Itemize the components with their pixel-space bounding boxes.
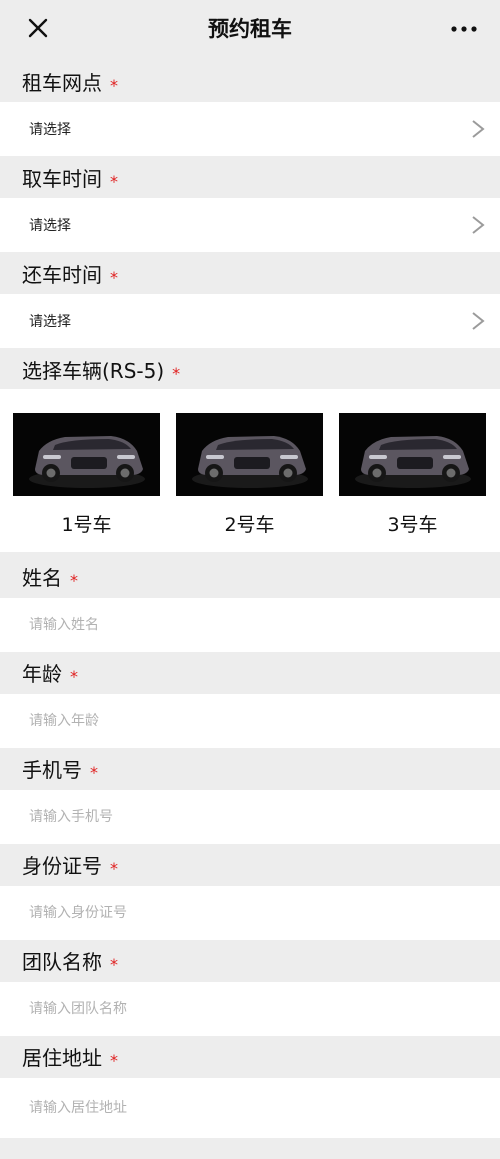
return-time-label: 还车时间 [22,263,102,287]
return-time-select-value: 请选择 [29,314,71,330]
branch-select[interactable]: 请选择 [0,102,500,156]
phone-field-row [0,790,500,844]
required-mark: * [110,267,118,287]
id-number-label-row: 身份证号 * [0,844,500,888]
vehicle-label-row: 选择车辆(RS-5) * [0,349,500,393]
age-label-row: 年龄 * [0,652,500,696]
return-time-select[interactable]: 请选择 [0,294,500,348]
vehicle-option-2[interactable]: 2号车 [176,413,323,536]
pickup-time-label-row: 取车时间 * [0,157,500,201]
address-input[interactable] [29,1093,469,1123]
phone-input[interactable] [29,802,469,832]
vehicle-option-label: 1号车 [61,514,112,536]
vehicle-options: 1号车 2号车 3号车 [0,389,500,552]
required-mark: * [110,858,118,878]
page-title: 预约租车 [208,17,292,41]
chevron-right-icon [472,312,485,330]
required-mark: * [70,666,78,686]
team-name-label: 团队名称 [22,950,102,974]
more-icon[interactable] [448,14,480,44]
vehicle-option-label: 3号车 [387,514,438,536]
chevron-right-icon [472,120,485,138]
car-image [339,413,486,496]
chevron-right-icon [472,216,485,234]
car-image [13,413,160,496]
id-number-field-row [0,886,500,940]
nav-bar: 预约租车 [0,0,500,57]
return-time-label-row: 还车时间 * [0,253,500,297]
required-mark: * [172,363,181,383]
branch-select-value: 请选择 [29,122,71,138]
address-label: 居住地址 [22,1046,102,1070]
pickup-time-label: 取车时间 [22,167,102,191]
address-field-row [0,1078,500,1138]
required-mark: * [110,75,118,95]
name-field-row [0,598,500,652]
vehicle-option-1[interactable]: 1号车 [13,413,160,536]
vehicle-option-label: 2号车 [224,514,275,536]
required-mark: * [110,171,118,191]
vehicle-label: 选择车辆(RS-5) [22,359,165,383]
phone-label: 手机号 [22,758,82,782]
id-number-input[interactable] [29,898,469,928]
required-mark: * [110,954,118,974]
age-input[interactable] [29,706,469,736]
team-name-field-row [0,982,500,1036]
team-name-input[interactable] [29,994,469,1024]
address-label-row: 居住地址 * [0,1036,500,1080]
age-label: 年龄 [22,662,62,686]
vehicle-option-3[interactable]: 3号车 [339,413,486,536]
pickup-time-select[interactable]: 请选择 [0,198,500,252]
name-label-row: 姓名 * [0,556,500,600]
id-number-label: 身份证号 [22,854,102,878]
required-mark: * [70,570,78,590]
name-input[interactable] [29,610,469,640]
branch-label-row: 租车网点 * [0,61,500,105]
branch-label: 租车网点 [22,71,102,95]
phone-label-row: 手机号 * [0,748,500,792]
pickup-time-select-value: 请选择 [29,218,71,234]
required-mark: * [90,762,98,782]
team-name-label-row: 团队名称 * [0,940,500,984]
age-field-row [0,694,500,748]
car-image [176,413,323,496]
required-mark: * [110,1050,118,1070]
name-label: 姓名 [22,566,62,590]
